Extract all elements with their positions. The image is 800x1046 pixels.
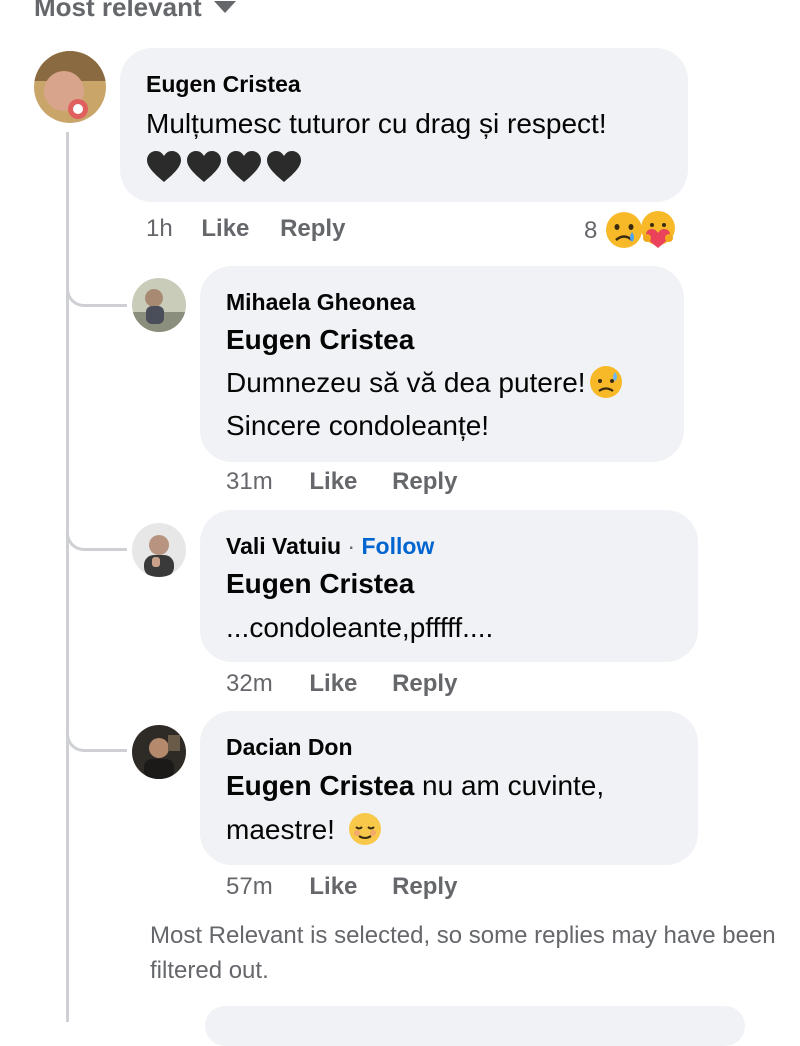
reply-time[interactable]: 31m <box>226 468 273 495</box>
reply-text-line: Sincere condoleanțe! <box>226 410 490 441</box>
black-hearts <box>146 150 306 184</box>
caret-down-icon <box>213 1 236 14</box>
reply-author[interactable]: Dacian Don <box>226 734 353 761</box>
reply-button[interactable]: Reply <box>392 670 457 697</box>
mention-tag[interactable]: Eugen Cristea <box>226 770 414 801</box>
like-button[interactable]: Like <box>309 670 357 697</box>
reply-text: Eugen Cristea nu am cuvinte, <box>226 764 604 808</box>
reply-actions: 31m Like Reply <box>226 468 457 496</box>
reply-input-bubble[interactable] <box>205 1006 745 1046</box>
like-button[interactable]: Like <box>201 215 249 242</box>
reply-text-line: Dumnezeu să vă dea putere! <box>226 367 586 398</box>
reply-button[interactable]: Reply <box>392 468 457 495</box>
reply-actions: 57m Like Reply <box>226 873 457 901</box>
like-button[interactable]: Like <box>309 873 357 900</box>
sort-dropdown[interactable]: Most relevant <box>34 0 236 23</box>
relieved-smile-emoji-icon <box>348 812 381 845</box>
black-heart-icon <box>187 151 221 182</box>
mention-tag[interactable]: Eugen Cristea <box>226 562 414 606</box>
reply-button[interactable]: Reply <box>280 215 345 242</box>
black-heart-icon <box>267 151 301 182</box>
like-button[interactable]: Like <box>309 468 357 495</box>
avatar[interactable] <box>132 278 186 332</box>
thread-connector <box>66 270 127 307</box>
avatar[interactable] <box>132 523 186 577</box>
comment-author[interactable]: Eugen Cristea <box>146 71 301 98</box>
reply-author[interactable]: Vali Vatuiu <box>226 533 341 559</box>
reply-text: maestre! <box>226 808 383 852</box>
comment-actions: 1h Like Reply <box>146 215 345 243</box>
care-hug-emoji-icon <box>641 211 675 248</box>
reply-text-line: nu am cuvinte, <box>414 770 605 801</box>
thread-connector <box>66 514 127 551</box>
reply-actions: 32m Like Reply <box>226 670 457 698</box>
comment-time[interactable]: 1h <box>146 215 173 242</box>
thread-connector <box>66 715 127 752</box>
reply-author[interactable]: Mihaela Gheonea <box>226 289 415 316</box>
reply-author-row: Vali Vatuiu · Follow <box>226 533 434 560</box>
avatar[interactable] <box>34 51 106 123</box>
thread-line <box>66 132 69 1022</box>
reply-button[interactable]: Reply <box>392 873 457 900</box>
black-heart-icon <box>147 151 181 182</box>
reaction-count: 8 <box>584 217 598 244</box>
reply-time[interactable]: 32m <box>226 670 273 697</box>
mention-tag[interactable]: Eugen Cristea <box>226 318 414 362</box>
reply-text: ...condoleante,pfffff.... <box>226 612 494 643</box>
follow-button[interactable]: Follow <box>362 533 435 559</box>
black-heart-icon <box>227 151 261 182</box>
reply-text-line: maestre! <box>226 814 335 845</box>
avatar[interactable] <box>132 725 186 779</box>
filter-notice: Most Relevant is selected, so some repli… <box>150 922 776 984</box>
separator-dot: · <box>341 533 362 559</box>
sort-label: Most relevant <box>34 0 202 22</box>
reply-text: Dumnezeu să vă dea putere! <box>226 361 624 405</box>
comment-text: Mulțumesc tuturor cu drag și respect! <box>146 108 607 139</box>
sad-sweat-emoji-icon <box>589 365 622 398</box>
reaction-summary[interactable]: 8 <box>584 208 684 252</box>
reply-time[interactable]: 57m <box>226 873 273 900</box>
